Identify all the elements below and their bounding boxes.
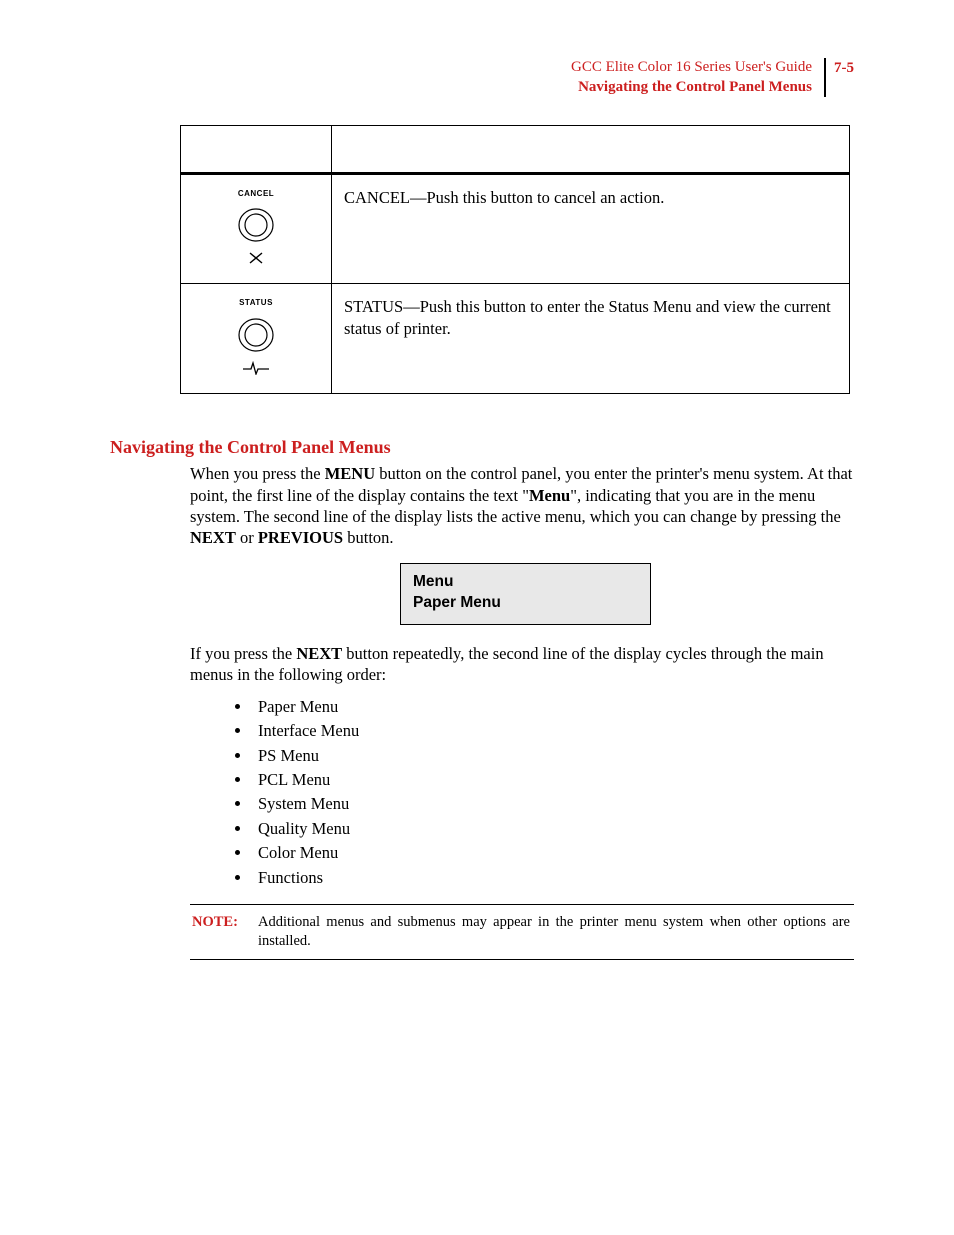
lcd-line1: Menu <box>413 572 638 593</box>
button-label: STATUS <box>191 298 321 308</box>
menu-list: Paper Menu Interface Menu PS Menu PCL Me… <box>232 696 854 889</box>
list-item: PCL Menu <box>252 769 854 790</box>
header-page-number: 7-5 <box>828 59 854 79</box>
header-divider <box>824 58 826 97</box>
list-item: Interface Menu <box>252 720 854 741</box>
lcd-line2: Paper Menu <box>413 593 638 614</box>
lcd-display: Menu Paper Menu <box>400 563 651 625</box>
list-item: Quality Menu <box>252 818 854 839</box>
body-paragraph: If you press the NEXT button repeatedly,… <box>190 643 854 686</box>
note-text: Additional menus and submenus may appear… <box>258 913 854 951</box>
button-table: CANCEL CANCEL—Push this but <box>180 125 850 394</box>
note-block: NOTE: Additional menus and submenus may … <box>190 904 854 960</box>
header-guide-title: GCC Elite Color 16 Series User's Guide <box>571 58 812 78</box>
list-item: System Menu <box>252 793 854 814</box>
button-description: STATUS—Push this button to enter the Sta… <box>332 284 850 393</box>
list-item: PS Menu <box>252 745 854 766</box>
table-row: CANCEL CANCEL—Push this but <box>181 174 850 284</box>
header-section-name: Navigating the Control Panel Menus <box>571 78 812 98</box>
button-icon <box>191 315 321 355</box>
list-item: Functions <box>252 867 854 888</box>
button-description: CANCEL—Push this button to cancel an act… <box>332 174 850 284</box>
button-label: CANCEL <box>191 189 321 199</box>
list-item: Paper Menu <box>252 696 854 717</box>
table-row: STATUS STATUS—Push this button to enter … <box>181 284 850 393</box>
x-icon <box>191 251 321 265</box>
list-item: Color Menu <box>252 842 854 863</box>
pulse-icon <box>191 361 321 375</box>
section-heading: Navigating the Control Panel Menus <box>110 436 854 459</box>
body-paragraph: When you press the MENU button on the co… <box>190 463 854 549</box>
button-icon <box>191 205 321 245</box>
note-label: NOTE: <box>190 913 258 951</box>
page-header: GCC Elite Color 16 Series User's Guide N… <box>110 58 854 97</box>
